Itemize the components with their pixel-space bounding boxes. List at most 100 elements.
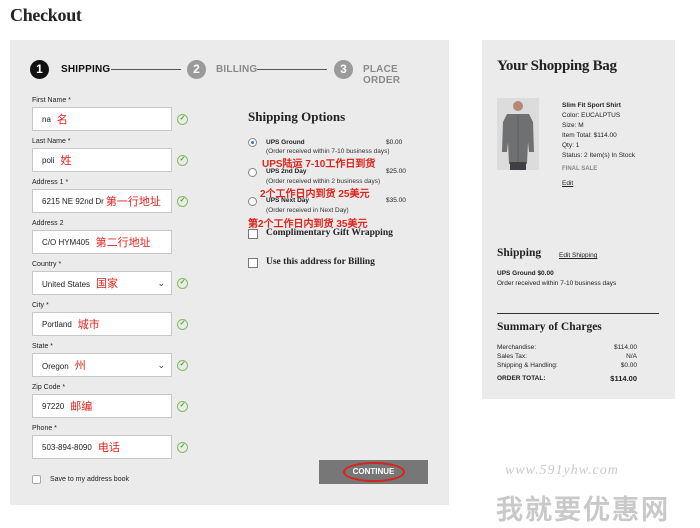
checkout-form-panel: 1 SHIPPING 2 BILLING 3 PLACE ORDER First… (10, 40, 449, 505)
address1-value: 6215 NE 92nd Dr (42, 196, 104, 206)
last-name-label: Last Name * (32, 138, 71, 145)
step-2-label: BILLING (216, 64, 258, 75)
state-note: 州 (74, 360, 86, 372)
save-address-checkbox[interactable] (32, 475, 41, 484)
city-note: 城市 (77, 319, 100, 331)
checkmark-icon: ✓ (177, 319, 188, 330)
state-label: State * (32, 343, 54, 350)
product-color: Color: EUCALPTUS (562, 112, 621, 119)
address1-note: 第一行地址 (105, 196, 161, 208)
shipping-method-note: Order received within 7-10 business days (497, 280, 617, 287)
shopping-bag-panel: Your Shopping Bag Slim Fit Sport Shirt C… (482, 40, 675, 399)
ups-2nd-day-desc: (Order received within 2 business days) (266, 178, 381, 185)
phone-field[interactable]: 503-894-8090 电话 (32, 435, 172, 459)
step-divider (257, 69, 327, 70)
edit-item-link[interactable]: Edit (562, 180, 573, 187)
step-1-label: SHIPPING (61, 64, 111, 75)
city-label: City * (32, 302, 49, 309)
checkmark-icon: ✓ (177, 196, 188, 207)
ups-next-day-radio[interactable] (248, 197, 257, 206)
save-address-label: Save to my address book (50, 476, 129, 483)
highlight-oval (343, 462, 405, 482)
order-total-value: $114.00 (610, 374, 637, 383)
ups-ground-name: UPS Ground (266, 139, 305, 146)
chevron-down-icon: ⌄ (157, 277, 165, 288)
state-select[interactable]: Oregon 州 ⌄ (32, 353, 172, 377)
zip-note: 邮编 (70, 401, 93, 413)
ups-next-day-desc: (Order received in Next Day) (266, 207, 349, 214)
checkout-steps: 1 SHIPPING 2 BILLING 3 PLACE ORDER (30, 60, 430, 86)
country-label: Country * (32, 261, 62, 268)
step-divider (111, 69, 181, 70)
summary-value: $114.00 (613, 344, 637, 351)
ups-ground-radio[interactable] (248, 138, 257, 147)
summary-value: $0.00 (620, 362, 637, 369)
shipping-options-title: Shipping Options (248, 109, 346, 124)
last-name-note: 姓 (60, 155, 72, 167)
product-size: Size: M (562, 122, 584, 129)
address2-value: C/O HYM405 (42, 237, 90, 247)
address2-label: Address 2 (32, 220, 64, 227)
gift-wrap-checkbox[interactable] (248, 229, 258, 239)
product-image (497, 98, 539, 170)
first-name-label: First Name * (32, 97, 71, 104)
order-total-label: ORDER TOTAL: (497, 375, 546, 382)
product-qty: Qty: 1 (562, 142, 580, 149)
country-select[interactable]: United States 国家 ⌄ (32, 271, 172, 295)
shopping-bag-title: Your Shopping Bag (497, 58, 617, 74)
summary-value: N/A (626, 353, 637, 360)
continue-button[interactable]: CONTINUE (319, 460, 428, 484)
last-name-value: poli (42, 155, 55, 165)
watermark-brand: 我就要优惠网 (496, 495, 670, 525)
summary-title: Summary of Charges (497, 321, 602, 333)
ups-2nd-day-radio[interactable] (248, 168, 257, 177)
phone-value: 503-894-8090 (42, 442, 92, 452)
billing-same-checkbox[interactable] (248, 258, 258, 268)
address2-field[interactable]: C/O HYM405 第二行地址 (32, 230, 172, 254)
page-title: Checkout (10, 5, 82, 25)
product-status: Status: 2 Item(s) In Stock (562, 152, 635, 159)
country-note: 国家 (96, 278, 119, 290)
country-value: United States (42, 280, 91, 289)
zip-field[interactable]: 97220 邮编 (32, 394, 172, 418)
summary-label: Shipping & Handling: (497, 362, 558, 369)
checkmark-icon: ✓ (177, 401, 188, 412)
first-name-field[interactable]: na 名 (32, 107, 172, 131)
city-field[interactable]: Portland 城市 (32, 312, 172, 336)
summary-label: Merchandise: (497, 344, 537, 351)
checkmark-icon: ✓ (177, 360, 188, 371)
ups-2nd-day-price: $25.00 (386, 168, 406, 175)
shipping-method: UPS Ground $0.00 (497, 270, 554, 277)
billing-same-label: Use this address for Billing (266, 257, 375, 267)
divider (497, 313, 659, 314)
chevron-down-icon: ⌄ (157, 359, 165, 370)
first-name-note: 名 (56, 114, 68, 126)
final-sale-label: FINAL SALE (562, 166, 598, 172)
address2-note: 第二行地址 (95, 237, 151, 249)
last-name-field[interactable]: poli 姓 (32, 148, 172, 172)
shipping-section-title: Shipping (497, 247, 542, 259)
zip-value: 97220 (42, 401, 65, 411)
step-3-label: PLACE ORDER (363, 64, 401, 86)
gift-wrap-label: Complimentary Gift Wrapping (266, 228, 393, 238)
product-item-total: Item Total: $114.00 (562, 132, 617, 139)
watermark-url: www.591yhw.com (505, 463, 619, 478)
step-1-number: 1 (30, 60, 49, 79)
ups-next-day-name: UPS Next Day (266, 197, 309, 204)
state-value: Oregon (42, 362, 69, 371)
phone-label: Phone * (32, 425, 57, 432)
checkmark-icon: ✓ (177, 442, 188, 453)
ups-next-day-price: $35.00 (386, 197, 406, 204)
city-value: Portland (42, 319, 72, 329)
checkmark-icon: ✓ (177, 155, 188, 166)
step-3-number: 3 (334, 60, 353, 79)
ups-2nd-day-name: UPS 2nd Day (266, 168, 307, 175)
summary-label: Sales Tax: (497, 353, 527, 360)
address1-field[interactable]: 6215 NE 92nd Dr 第一行地址 (32, 189, 172, 213)
edit-shipping-link[interactable]: Edit Shipping (559, 252, 597, 259)
checkmark-icon: ✓ (177, 114, 188, 125)
address1-label: Address 1 * (32, 179, 69, 186)
checkmark-icon: ✓ (177, 278, 188, 289)
ups-ground-price: $0.00 (386, 139, 403, 146)
first-name-value: na (42, 114, 51, 124)
